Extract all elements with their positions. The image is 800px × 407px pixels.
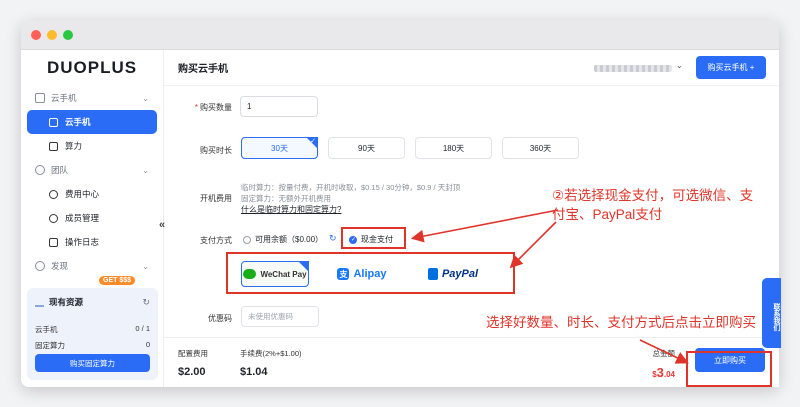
- arrow-to-cash: [410, 209, 559, 243]
- annotation-note-buy: 选择好数量、时长、支付方式后点击立即购买: [486, 315, 756, 330]
- check-icon: ✓: [310, 138, 316, 145]
- arrow-to-buy-now: [639, 339, 689, 364]
- arrow-to-wallets: [509, 221, 557, 269]
- annotation-note-payment: ②若选择现金支付，可选微信、支付宝、PayPal支付: [552, 188, 754, 222]
